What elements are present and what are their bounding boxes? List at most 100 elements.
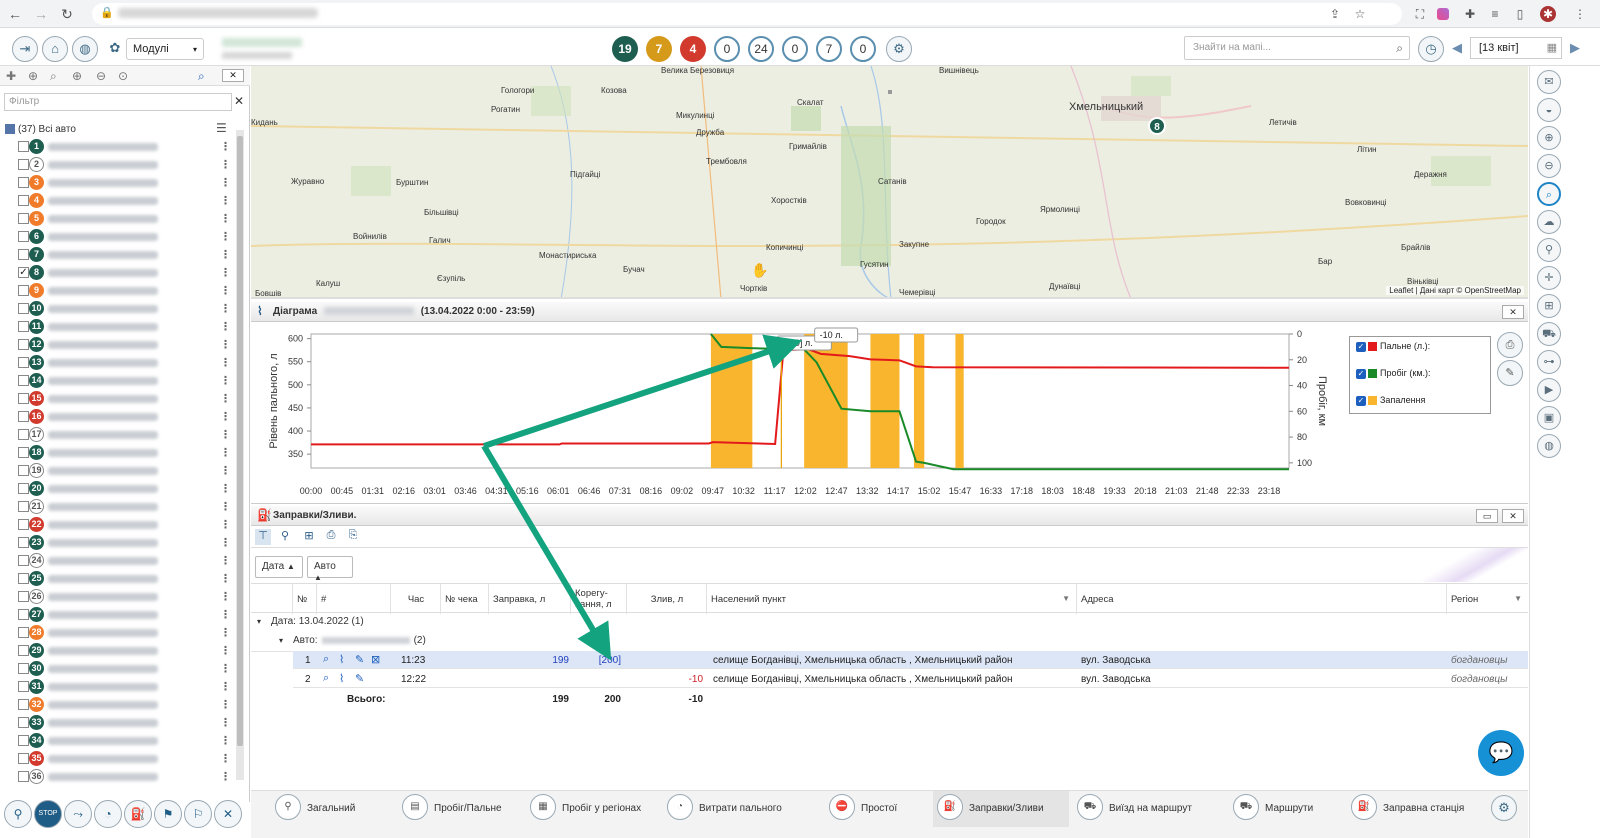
vehicle-checkbox[interactable] xyxy=(18,591,29,602)
vehicle-row[interactable]: 7 ⋮ xyxy=(18,246,233,264)
vehicle-checkbox[interactable] xyxy=(18,681,29,692)
vehicle-menu-icon[interactable]: ⋮ xyxy=(220,608,231,621)
vehicle-checkbox[interactable]: ✓ xyxy=(18,267,29,278)
vehicle-menu-icon[interactable]: ⋮ xyxy=(220,500,231,513)
col-refuel[interactable]: Заправка, л xyxy=(489,584,571,614)
vehicle-menu-icon[interactable]: ⋮ xyxy=(220,662,231,675)
vehicle-row[interactable]: 5 ⋮ xyxy=(18,210,233,228)
report-tab[interactable]: ◔ Витрати пального xyxy=(663,791,821,827)
vehicle-row[interactable]: 13 ⋮ xyxy=(18,354,233,372)
maximize-button[interactable]: ▭ xyxy=(1476,509,1498,523)
vehicle-menu-icon[interactable]: ⋮ xyxy=(220,338,231,351)
vehicle-checkbox[interactable] xyxy=(18,735,29,746)
status-badge[interactable]: 19 xyxy=(612,36,638,62)
vehicle-row[interactable]: 35 ⋮ xyxy=(18,750,233,768)
vehicle-checkbox[interactable] xyxy=(18,393,29,404)
menu-icon[interactable]: ⋮ xyxy=(1572,6,1588,22)
location-icon[interactable]: ⚲ xyxy=(277,529,293,545)
report-tab[interactable]: ▤ Пробіг/Пальне xyxy=(398,791,522,827)
marker-icon[interactable]: ⚲ xyxy=(1537,238,1561,262)
vehicle-row[interactable]: 21 ⋮ xyxy=(18,498,233,516)
playlist-icon[interactable]: ≡ xyxy=(1487,6,1503,22)
status-badge[interactable]: 0 xyxy=(714,36,740,62)
status-badge[interactable]: 7 xyxy=(646,36,672,62)
vehicle-row[interactable]: 2 ⋮ xyxy=(18,156,233,174)
vehicle-row[interactable]: 15 ⋮ xyxy=(18,390,233,408)
next-day-icon[interactable]: ▶ xyxy=(1570,40,1580,56)
status-badge[interactable]: 7 xyxy=(816,36,842,62)
vehicle-menu-icon[interactable]: ⋮ xyxy=(220,518,231,531)
vehicle-menu-icon[interactable]: ⋮ xyxy=(220,194,231,207)
vehicle-row[interactable]: 31 ⋮ xyxy=(18,678,233,696)
vehicle-checkbox[interactable] xyxy=(18,717,29,728)
vehicle-row[interactable]: 30 ⋮ xyxy=(18,660,233,678)
refresh-icon[interactable]: ⊙ xyxy=(118,69,128,83)
globe-settings-icon[interactable]: ◍ xyxy=(1537,434,1561,458)
tree-view-icon[interactable]: ⊤ xyxy=(255,529,271,545)
chat-button[interactable]: 💬 xyxy=(1478,730,1524,776)
list-menu-icon[interactable]: ☰ xyxy=(216,121,227,135)
vehicle-checkbox[interactable] xyxy=(18,771,29,782)
vehicle-checkbox[interactable] xyxy=(18,555,29,566)
print-table-icon[interactable]: ⎙ xyxy=(323,529,339,545)
vehicle-row[interactable]: 11 ⋮ xyxy=(18,318,233,336)
vehicle-menu-icon[interactable]: ⋮ xyxy=(220,374,231,387)
col-address[interactable]: Адреса xyxy=(1077,584,1447,614)
vehicle-checkbox[interactable] xyxy=(18,375,29,386)
globe-icon[interactable]: ◍ xyxy=(72,36,98,62)
vehicle-row[interactable]: 3 ⋮ xyxy=(18,174,233,192)
vehicle-menu-icon[interactable]: ⋮ xyxy=(220,644,231,657)
edit-icon[interactable]: ✎ xyxy=(1497,360,1523,386)
vehicle-checkbox[interactable] xyxy=(18,627,29,638)
vehicle-row[interactable]: 16 ⋮ xyxy=(18,408,233,426)
report-tab[interactable]: ⛟ Виїзд на маршрут xyxy=(1073,791,1223,827)
vehicle-row[interactable]: 26 ⋮ xyxy=(18,588,233,606)
vehicle-menu-icon[interactable]: ⋮ xyxy=(220,536,231,549)
legend-item[interactable]: ✓ Запалення xyxy=(1356,395,1425,409)
zoom-out-icon[interactable]: ⊖ xyxy=(96,69,106,83)
map-view[interactable]: Велика Березовиця Вишнівець Хмельницький Го… xyxy=(251,66,1528,299)
sort-date-button[interactable]: Дата ▲ xyxy=(255,556,303,578)
vehicle-row[interactable]: 1 ⋮ xyxy=(18,138,233,156)
report-settings-icon[interactable]: ⚙ xyxy=(1491,795,1517,821)
vehicle-menu-icon[interactable]: ⋮ xyxy=(220,590,231,603)
prev-day-icon[interactable]: ◀ xyxy=(1452,40,1462,56)
vehicle-menu-icon[interactable]: ⋮ xyxy=(220,176,231,189)
vehicle-menu-icon[interactable]: ⋮ xyxy=(220,446,231,459)
vehicle-row[interactable]: 25 ⋮ xyxy=(18,570,233,588)
vehicle-checkbox[interactable] xyxy=(18,429,29,440)
vehicle-row[interactable]: 17 ⋮ xyxy=(18,426,233,444)
chart-icon[interactable]: ⌇ xyxy=(339,672,344,685)
filter-input[interactable]: Фільтр xyxy=(4,93,232,111)
vehicle-menu-icon[interactable]: ⋮ xyxy=(220,752,231,765)
vehicle-row[interactable]: 20 ⋮ xyxy=(18,480,233,498)
vehicle-row[interactable]: 33 ⋮ xyxy=(18,714,233,732)
col-drain[interactable]: Злив, л xyxy=(627,584,707,614)
vehicle-row[interactable]: 4 ⋮ xyxy=(18,192,233,210)
zoom-out-icon[interactable]: ⊖ xyxy=(1537,154,1561,178)
vehicle-menu-icon[interactable]: ⋮ xyxy=(220,698,231,711)
vehicle-row[interactable]: 23 ⋮ xyxy=(18,534,233,552)
share-icon[interactable]: ⇪ xyxy=(1327,6,1343,22)
vehicle-menu-icon[interactable]: ⋮ xyxy=(220,464,231,477)
vehicle-menu-icon[interactable]: ⋮ xyxy=(220,302,231,315)
history-icon[interactable]: ◷ xyxy=(1418,36,1444,62)
status-badge[interactable]: 0 xyxy=(782,36,808,62)
vehicle-menu-icon[interactable]: ⋮ xyxy=(220,356,231,369)
map-attribution[interactable]: Leaflet | Дані карт © OpenStreetMap xyxy=(1386,286,1524,295)
vehicle-row[interactable]: 27 ⋮ xyxy=(18,606,233,624)
video-icon[interactable]: ▣ xyxy=(1537,406,1561,430)
edit-icon[interactable]: ✎ xyxy=(355,672,364,685)
legend-checkbox[interactable]: ✓ xyxy=(1356,395,1366,406)
legend-checkbox[interactable]: ✓ xyxy=(1356,368,1366,379)
collapse-icon[interactable]: ▾ xyxy=(257,617,261,626)
calendar-icon[interactable]: ▦ xyxy=(1547,41,1557,54)
report-tab[interactable]: ⚲ Загальний xyxy=(271,791,391,827)
table-row[interactable]: 2 12:22 -10 селище Богданівці, Хмельницька … xyxy=(293,670,1528,688)
add-icon[interactable]: ✚ xyxy=(6,69,16,83)
vehicle-row[interactable]: 36 ⋮ xyxy=(18,768,233,786)
vehicle-row[interactable]: 32 ⋮ xyxy=(18,696,233,714)
vehicle-checkbox[interactable] xyxy=(18,195,29,206)
vehicle-checkbox[interactable] xyxy=(18,285,29,296)
vehicle-checkbox[interactable] xyxy=(18,645,29,656)
